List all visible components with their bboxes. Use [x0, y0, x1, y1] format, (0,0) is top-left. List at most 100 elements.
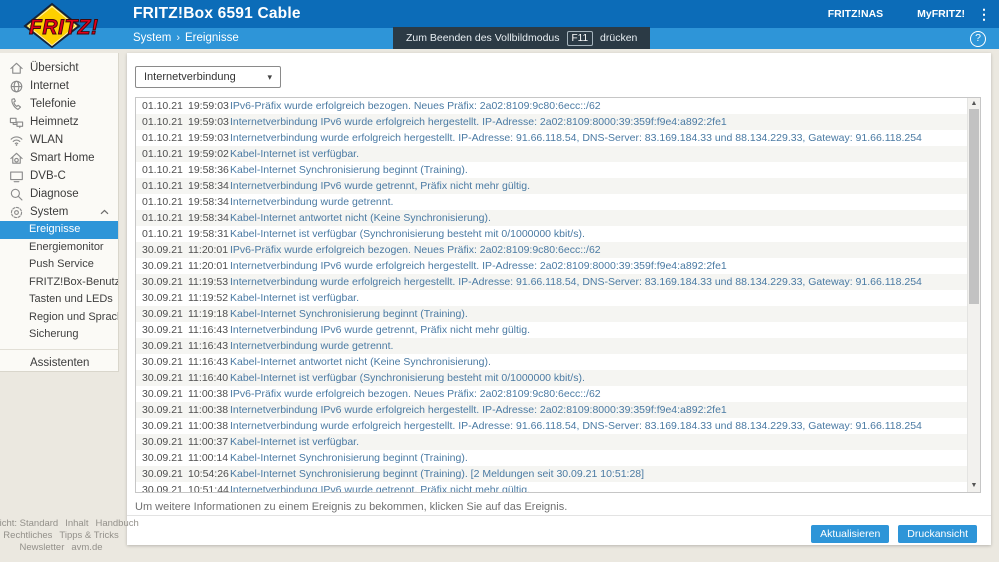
sidebar-subitem-push-service[interactable]: Push Service	[0, 256, 118, 274]
event-message-link[interactable]: Kabel-Internet ist verfügbar (Synchronis…	[230, 228, 585, 240]
fritznas-link[interactable]: FRITZ!NAS	[828, 8, 883, 20]
footer-link-inhalt[interactable]: Inhalt	[65, 518, 88, 530]
sidebar-item-telefonie[interactable]: Telefonie	[0, 95, 118, 113]
scrollbar-thumb[interactable]	[969, 109, 979, 304]
event-row[interactable]: 30.09.21 11:19:52 Kabel-Internet ist verfü…	[136, 290, 967, 306]
sidebar-item-smart-home[interactable]: Smart Home	[0, 149, 118, 167]
event-row[interactable]: 01.10.21 19:58:34 Internetverbindung IPv6 …	[136, 178, 967, 194]
event-row[interactable]: 30.09.21 11:19:18 Kabel-Internet Synchroni…	[136, 306, 967, 322]
event-row[interactable]: 30.09.21 11:19:53 Internetverbindung wurde…	[136, 274, 967, 290]
event-row[interactable]: 30.09.21 11:00:38 Internetverbindung IPv6 …	[136, 402, 967, 418]
event-row[interactable]: 30.09.21 11:16:43 Kabel-Internet antwortet…	[136, 354, 967, 370]
sidebar-item-label: WLAN	[30, 134, 64, 146]
event-message-link[interactable]: Kabel-Internet Synchronisierung beginnt …	[230, 164, 468, 176]
event-date: 30.09.21	[142, 420, 183, 432]
event-row[interactable]: 01.10.21 19:58:31 Kabel-Internet ist verfü…	[136, 226, 967, 242]
svg-text:FRITZ!: FRITZ!	[29, 16, 98, 39]
sidebar-item-heimnetz[interactable]: Heimnetz	[0, 113, 118, 131]
event-message-link[interactable]: Kabel-Internet ist verfügbar.	[230, 148, 359, 160]
event-row[interactable]: 30.09.21 11:16:40 Kabel-Internet ist verfü…	[136, 370, 967, 386]
refresh-button[interactable]: Aktualisieren	[811, 525, 890, 543]
footer-link-ansicht-standard[interactable]: Ansicht: Standard	[0, 518, 58, 530]
event-message-link[interactable]: Kabel-Internet Synchronisierung beginnt …	[230, 308, 468, 320]
event-row[interactable]: 30.09.21 11:20:01 IPv6-Präfix wurde erfolg…	[136, 242, 967, 258]
event-message-link[interactable]: Kabel-Internet antwortet nicht (Keine Sy…	[230, 212, 491, 224]
sidebar-item-label: System	[30, 206, 69, 218]
event-row[interactable]: 01.10.21 19:58:36 Kabel-Internet Synchroni…	[136, 162, 967, 178]
event-message-link[interactable]: Internetverbindung IPv6 wurde erfolgreic…	[230, 404, 727, 416]
event-row[interactable]: 01.10.21 19:58:34 Internetverbindung wurde…	[136, 194, 967, 210]
event-message-link[interactable]: Kabel-Internet Synchronisierung beginnt …	[230, 452, 468, 464]
event-message-link[interactable]: Kabel-Internet antwortet nicht (Keine Sy…	[230, 356, 491, 368]
event-row[interactable]: 01.10.21 19:59:03 IPv6-Präfix wurde erfolg…	[136, 98, 967, 114]
event-row[interactable]: 30.09.21 11:00:38 IPv6-Präfix wurde erfolg…	[136, 386, 967, 402]
scroll-up-icon[interactable]: ▲	[968, 99, 980, 109]
globe-icon	[8, 78, 24, 94]
event-message-link[interactable]: Internetverbindung IPv6 wurde getrennt, …	[230, 484, 530, 492]
sidebar-item-übersicht[interactable]: Übersicht	[0, 59, 118, 77]
breadcrumb-separator-icon: ›	[176, 32, 181, 44]
event-row[interactable]: 30.09.21 11:20:01 Internetverbindung IPv6 …	[136, 258, 967, 274]
sidebar-item-wlan[interactable]: WLAN	[0, 131, 118, 149]
sidebar-subitem-ereignisse[interactable]: Ereignisse	[0, 221, 118, 239]
sidebar-item-diagnose[interactable]: Diagnose	[0, 185, 118, 203]
breadcrumb: System › Ereignisse	[133, 28, 239, 49]
event-message-link[interactable]: Internetverbindung IPv6 wurde erfolgreic…	[230, 116, 727, 128]
sidebar-item-label: Telefonie	[30, 98, 77, 110]
footer-link-tipps-tricks[interactable]: Tipps & Tricks	[59, 530, 118, 542]
event-row[interactable]: 30.09.21 11:16:43 Internetverbindung wurde…	[136, 338, 967, 354]
sidebar-item-internet[interactable]: Internet	[0, 77, 118, 95]
event-message-link[interactable]: IPv6-Präfix wurde erfolgreich bezogen. N…	[230, 388, 601, 400]
sidebar-subitem-region-und-sprache[interactable]: Region und Sprache	[0, 309, 118, 327]
event-message-link[interactable]: Internetverbindung IPv6 wurde erfolgreic…	[230, 260, 727, 272]
kebab-menu-icon[interactable]: ⋮	[977, 0, 991, 28]
event-row[interactable]: 01.10.21 19:59:02 Kabel-Internet ist verfü…	[136, 146, 967, 162]
sidebar-subitem-fritz-box-benutzer[interactable]: FRITZ!Box-Benutzer	[0, 274, 118, 292]
sidebar-subitem-sicherung[interactable]: Sicherung	[0, 326, 118, 344]
fritz-logo[interactable]: FRITZ!	[22, 2, 118, 49]
sidebar-subitem-energiemonitor[interactable]: Energiemonitor	[0, 239, 118, 257]
event-row[interactable]: 30.09.21 11:00:38 Internetverbindung wurde…	[136, 418, 967, 434]
event-row[interactable]: 30.09.21 11:16:43 Internetverbindung IPv6 …	[136, 322, 967, 338]
scroll-down-icon[interactable]: ▼	[968, 481, 980, 491]
sidebar-item-dvb-c[interactable]: DVB-C	[0, 167, 118, 185]
event-row[interactable]: 30.09.21 11:00:14 Kabel-Internet Synchroni…	[136, 450, 967, 466]
event-message-link[interactable]: Internetverbindung wurde erfolgreich her…	[230, 276, 922, 288]
breadcrumb-section[interactable]: System	[133, 32, 171, 44]
event-row[interactable]: 01.10.21 19:59:03 Internetverbindung wurde…	[136, 130, 967, 146]
event-filter-select[interactable]: Internetverbindung ▾	[135, 66, 281, 88]
event-message-link[interactable]: Internetverbindung wurde getrennt.	[230, 340, 393, 352]
fritzbox-ui: FRITZ! FRITZ!Box 6591 Cable FRITZ!NAS My…	[0, 0, 999, 562]
event-row[interactable]: 01.10.21 19:58:34 Kabel-Internet antwortet…	[136, 210, 967, 226]
event-message-link[interactable]: Kabel-Internet ist verfügbar.	[230, 292, 359, 304]
sidebar-item-system[interactable]: System	[0, 203, 118, 221]
event-time: 11:16:43	[188, 324, 229, 336]
footer-link-newsletter[interactable]: Newsletter	[19, 542, 64, 554]
event-message-link[interactable]: Internetverbindung wurde erfolgreich her…	[230, 420, 922, 432]
footer-link-handbuch[interactable]: Handbuch	[95, 518, 138, 530]
event-message-link[interactable]: Kabel-Internet Synchronisierung beginnt …	[230, 468, 644, 480]
sidebar-item-assistenten[interactable]: Assistenten	[0, 348, 118, 371]
vertical-scrollbar[interactable]: ▲ ▼	[967, 98, 980, 492]
event-row[interactable]: 01.10.21 19:59:03 Internetverbindung IPv6 …	[136, 114, 967, 130]
event-log-table: 01.10.21 19:59:03 IPv6-Präfix wurde erfolg…	[135, 97, 981, 493]
sidebar: Übersicht Internet Telefonie Heimnetz WLAN Sm…	[0, 53, 119, 372]
event-message-link[interactable]: Internetverbindung wurde getrennt.	[230, 196, 393, 208]
help-icon[interactable]: ?	[970, 31, 986, 47]
event-message-link[interactable]: Kabel-Internet ist verfügbar.	[230, 436, 359, 448]
event-date: 30.09.21	[142, 372, 183, 384]
myfritz-link[interactable]: MyFRITZ!	[917, 8, 965, 20]
event-row[interactable]: 30.09.21 10:51:44 Internetverbindung IPv6 …	[136, 482, 967, 492]
sidebar-subitem-tasten-und-leds[interactable]: Tasten und LEDs	[0, 291, 118, 309]
footer-link-rechtliches[interactable]: Rechtliches	[3, 530, 52, 542]
print-view-button[interactable]: Druckansicht	[898, 525, 977, 543]
event-message-link[interactable]: IPv6-Präfix wurde erfolgreich bezogen. N…	[230, 100, 601, 112]
footer-link-avm-de[interactable]: avm.de	[71, 542, 102, 554]
event-message-link[interactable]: Internetverbindung IPv6 wurde getrennt, …	[230, 180, 530, 192]
event-row[interactable]: 30.09.21 11:00:37 Kabel-Internet ist verfü…	[136, 434, 967, 450]
event-message-link[interactable]: Kabel-Internet ist verfügbar (Synchronis…	[230, 372, 585, 384]
event-message-link[interactable]: Internetverbindung wurde erfolgreich her…	[230, 132, 922, 144]
event-row[interactable]: 30.09.21 10:54:26 Kabel-Internet Synchroni…	[136, 466, 967, 482]
event-message-link[interactable]: Internetverbindung IPv6 wurde getrennt, …	[230, 324, 530, 336]
event-message-link[interactable]: IPv6-Präfix wurde erfolgreich bezogen. N…	[230, 244, 601, 256]
